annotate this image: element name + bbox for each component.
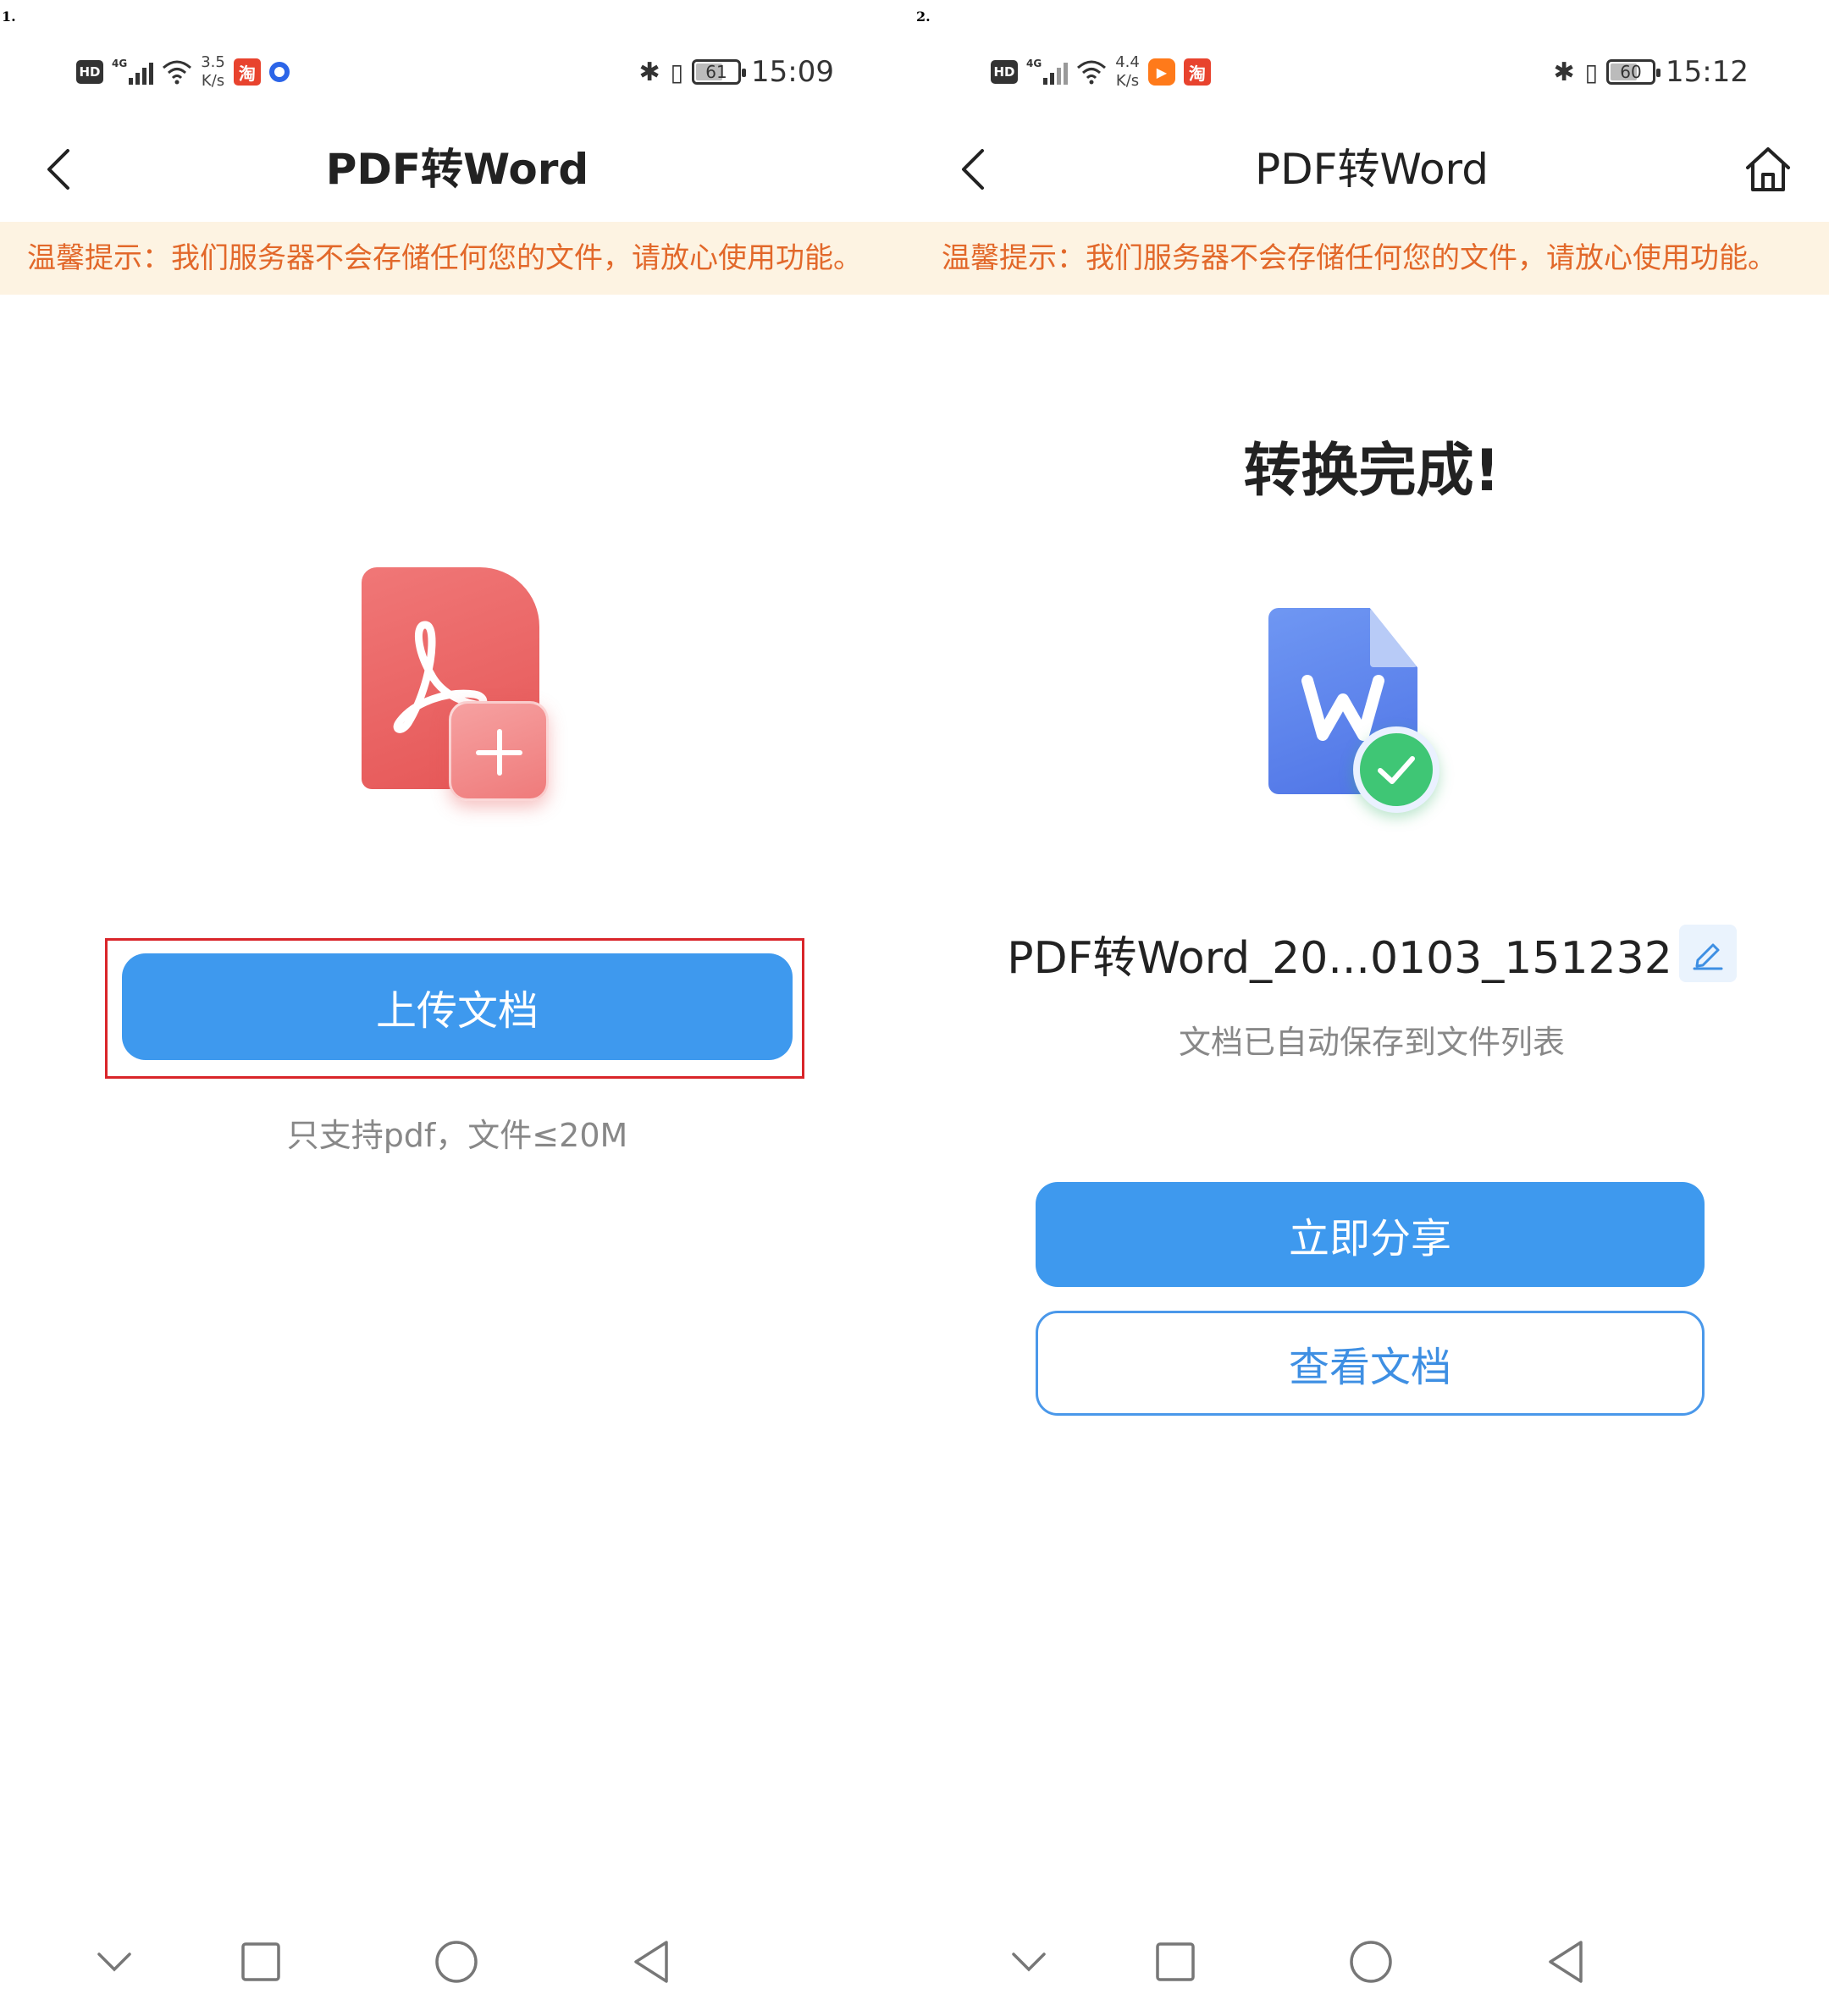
nav-recent-button[interactable] (231, 1932, 290, 1991)
status-bar: HD 4G 3.5 K/s 淘 ✱ ▯ 61 15:09 (0, 42, 914, 102)
bluetooth-icon: ✱ (1553, 57, 1575, 87)
system-nav-bar (914, 1932, 1829, 2000)
screen-upload: 1. HD 4G 3.5 K/s 淘 ✱ ▯ 61 15:09 PDF转Word … (0, 0, 914, 2016)
bluetooth-icon: ✱ (638, 57, 660, 87)
nav-header: PDF转Word (0, 119, 914, 220)
saved-hint: 文档已自动保存到文件列表 (1178, 1024, 1565, 1061)
add-icon (449, 701, 549, 801)
conversion-complete-title: 转换完成! (1243, 438, 1500, 505)
nav-back-button[interactable] (622, 1932, 681, 1991)
nav-down-button[interactable] (999, 1932, 1058, 1991)
home-button[interactable] (1741, 142, 1795, 196)
vibrate-icon: ▯ (1584, 58, 1598, 86)
back-button[interactable] (957, 144, 991, 195)
nav-back-button[interactable] (1536, 1932, 1595, 1991)
pdf-upload-illustration[interactable] (356, 566, 559, 811)
nav-down-button[interactable] (85, 1932, 144, 1991)
step-number: 1. (2, 8, 16, 25)
filename-row: PDF转Word_20...0103_151232 (914, 921, 1829, 986)
wifi-icon (1077, 60, 1107, 85)
network-type: 4G (112, 58, 128, 69)
screen-complete: 2. HD 4G 4.4 K/s ▶ 淘 ✱ ▯ 60 15:12 PDF转Wor… (914, 0, 1829, 2016)
upload-hint: 只支持pdf，文件≤20M (286, 1117, 628, 1154)
nav-home-icon (1350, 1941, 1392, 1983)
notice-banner: 温馨提示：我们服务器不会存储任何您的文件，请放心使用功能。 (914, 222, 1829, 295)
video-app-icon: ▶ (1147, 58, 1175, 86)
nav-header: PDF转Word (914, 119, 1829, 220)
battery-icon: 61 (692, 59, 747, 85)
hd-badge: HD (76, 60, 103, 84)
wifi-icon (163, 60, 192, 85)
nav-home-button[interactable] (427, 1932, 486, 1991)
nav-back-icon (634, 1941, 668, 1983)
check-icon (1353, 726, 1439, 813)
word-w-icon (1301, 675, 1384, 741)
battery-icon: 60 (1606, 59, 1661, 85)
notice-banner: 温馨提示：我们服务器不会存储任何您的文件，请放心使用功能。 (0, 222, 914, 295)
output-filename: PDF转Word_20...0103_151232 (1007, 932, 1672, 984)
nav-home-icon (435, 1941, 478, 1983)
nav-down-icon (97, 1952, 131, 1972)
back-icon (47, 149, 69, 190)
page-title: PDF转Word (1255, 145, 1489, 194)
signal-icon (1043, 59, 1069, 85)
nav-down-icon (1012, 1952, 1046, 1972)
net-speed: 4.4 K/s (1115, 53, 1140, 90)
nav-back-icon (1549, 1941, 1583, 1983)
clock: 15:09 (751, 55, 834, 89)
view-document-button[interactable]: 查看文档 (1036, 1311, 1705, 1416)
net-speed: 3.5 K/s (201, 53, 225, 90)
taobao-icon: 淘 (233, 58, 261, 86)
signal-icon (129, 59, 154, 85)
rename-button[interactable] (1678, 925, 1737, 982)
taobao-icon: 淘 (1183, 58, 1211, 86)
home-icon (1746, 147, 1790, 191)
nav-recent-icon (1156, 1942, 1195, 1981)
word-file-illustration (1268, 608, 1463, 820)
system-nav-bar (0, 1932, 914, 2000)
nav-recent-icon (241, 1942, 280, 1981)
back-icon (962, 149, 984, 190)
status-bar: HD 4G 4.4 K/s ▶ 淘 ✱ ▯ 60 15:12 (914, 42, 1829, 102)
step-number: 2. (916, 8, 931, 25)
upload-document-button[interactable]: 上传文档 (122, 953, 793, 1060)
clock: 15:12 (1666, 55, 1749, 89)
nav-home-button[interactable] (1341, 1932, 1401, 1991)
hd-badge: HD (991, 60, 1018, 84)
page-title: PDF转Word (325, 145, 589, 194)
app-notification-icon (268, 62, 290, 82)
nav-recent-button[interactable] (1146, 1932, 1205, 1991)
share-now-button[interactable]: 立即分享 (1036, 1182, 1705, 1287)
back-button[interactable] (42, 144, 76, 195)
edit-icon (1693, 943, 1723, 970)
vibrate-icon: ▯ (670, 58, 683, 86)
network-type: 4G (1026, 58, 1042, 69)
